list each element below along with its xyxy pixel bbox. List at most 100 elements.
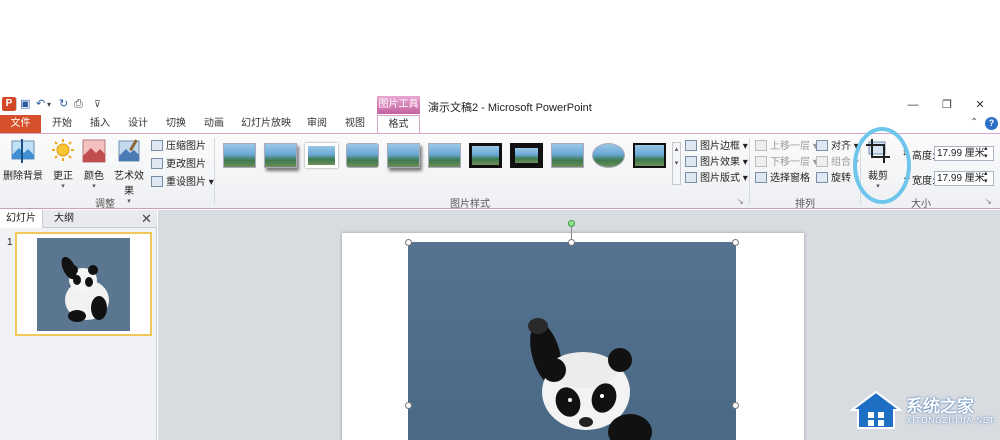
corrections-button[interactable]: 更正 ▾ xyxy=(49,138,77,190)
help-icon[interactable]: ? xyxy=(985,117,998,130)
picture-style-simple-frame[interactable] xyxy=(223,143,256,168)
picture-style-soft-shadow[interactable] xyxy=(264,143,297,168)
crop-highlight-annotation xyxy=(853,127,911,204)
tab-design[interactable]: 设计 xyxy=(121,115,155,133)
tab-review[interactable]: 审阅 xyxy=(300,115,334,133)
selection-pane-icon xyxy=(755,172,767,183)
slide-number: 1 xyxy=(7,237,13,248)
rotate-label: 旋转 xyxy=(831,173,851,184)
customize-qat-icon[interactable]: ⊽ xyxy=(94,98,101,111)
send-backward-icon xyxy=(755,156,767,167)
tab-transitions[interactable]: 切换 xyxy=(159,115,193,133)
picture-style-shadow-rectangle[interactable] xyxy=(551,143,584,168)
picture-effects-icon xyxy=(685,156,697,167)
save-icon[interactable]: ▣ xyxy=(20,98,30,111)
slides-pane: 幻灯片 大纲 ✕ 1 xyxy=(0,210,157,440)
group-objects-icon xyxy=(816,156,828,167)
collapse-ribbon-icon[interactable]: ⌃ xyxy=(970,117,978,128)
redo-icon[interactable]: ↻ xyxy=(59,98,68,111)
group-divider xyxy=(749,138,750,204)
undo-icon[interactable]: ↶ xyxy=(36,98,45,111)
picture-border-label: 图片边框 xyxy=(700,141,740,152)
ribbon: 删除背景 更正 ▾ 颜色 ▾ 艺术效果 ▾ 压缩图片 更改图片 重设图片 ▾ 调… xyxy=(0,133,1000,210)
panda-thumbnail-image xyxy=(37,238,130,331)
align-button[interactable]: 对齐 ▾ xyxy=(816,139,859,154)
change-picture-button[interactable]: 更改图片 xyxy=(151,157,206,172)
watermark-url: XITONGZHIJIA.NET xyxy=(906,416,996,425)
tab-slides[interactable]: 幻灯片 xyxy=(0,210,43,228)
bring-forward-icon xyxy=(755,140,767,151)
site-watermark: 系统之家 XITONGZHIJIA.NET xyxy=(848,386,998,436)
reset-picture-button[interactable]: 重设图片 ▾ xyxy=(151,175,214,190)
picture-border-button[interactable]: 图片边框 ▾ xyxy=(685,139,748,154)
gallery-scroll-button[interactable]: ▴ ▾ xyxy=(672,142,681,185)
divider xyxy=(16,98,17,110)
artistic-effects-label: 艺术效果 xyxy=(114,171,144,197)
change-picture-icon xyxy=(151,158,163,169)
rotation-handle[interactable] xyxy=(568,220,575,227)
picture-style-reflected[interactable] xyxy=(387,143,420,168)
rotate-button[interactable]: 旋转 ▾ xyxy=(816,171,859,186)
picture-styles-launcher-icon[interactable]: ↘ xyxy=(737,197,744,206)
picture-style-oval[interactable] xyxy=(592,143,625,168)
selection-pane-label: 选择窗格 xyxy=(770,173,810,184)
selection-pane-button[interactable]: 选择窗格 xyxy=(755,171,810,186)
group-objects-label: 组合 xyxy=(831,157,851,168)
minimize-icon[interactable]: — xyxy=(906,99,920,111)
tab-file[interactable]: 文件 xyxy=(0,115,41,133)
tab-outline[interactable]: 大纲 xyxy=(48,210,80,228)
resize-handle-top-right[interactable] xyxy=(732,239,739,246)
picture-style-white-border[interactable] xyxy=(305,143,338,168)
picture-style-soft-edge[interactable] xyxy=(346,143,379,168)
remove-background-label: 删除背景 xyxy=(3,171,43,182)
tab-home[interactable]: 开始 xyxy=(45,115,79,133)
tab-slideshow[interactable]: 幻灯片放映 xyxy=(236,115,296,133)
picture-layout-label: 图片版式 xyxy=(700,173,740,184)
tab-insert[interactable]: 插入 xyxy=(83,115,117,133)
blank-area xyxy=(0,0,1000,96)
resize-handle-top[interactable] xyxy=(568,239,575,246)
picture-style-thick-black-frame[interactable] xyxy=(469,143,502,168)
picture-style-rotated[interactable] xyxy=(428,143,461,168)
compress-pictures-button[interactable]: 压缩图片 xyxy=(151,139,206,154)
remove-background-button[interactable]: 删除背景 xyxy=(3,138,43,182)
color-label: 颜色 xyxy=(84,171,104,182)
picture-styles-gallery xyxy=(218,141,671,181)
size-launcher-icon[interactable]: ↘ xyxy=(985,197,992,206)
picture-style-black-border[interactable] xyxy=(633,143,666,168)
reset-picture-icon xyxy=(151,176,163,187)
sun-icon xyxy=(52,139,74,161)
change-picture-label: 更改图片 xyxy=(166,159,206,170)
picture-layout-button[interactable]: 图片版式 ▾ xyxy=(685,171,748,186)
picture-layout-icon xyxy=(685,172,697,183)
tab-view[interactable]: 视图 xyxy=(338,115,372,133)
resize-handle-left[interactable] xyxy=(405,402,412,409)
watermark-text: 系统之家 xyxy=(906,397,974,416)
slide-thumbnail[interactable] xyxy=(15,232,152,336)
window-title: 演示文稿2 - Microsoft PowerPoint xyxy=(428,102,592,114)
resize-handle-top-left[interactable] xyxy=(405,239,412,246)
resize-handle-right[interactable] xyxy=(732,402,739,409)
bring-forward-label: 上移一层 xyxy=(770,141,810,152)
group-divider xyxy=(214,138,215,204)
color-button[interactable]: 颜色 ▾ xyxy=(81,138,107,190)
selected-picture[interactable] xyxy=(408,242,736,440)
compress-label: 压缩图片 xyxy=(166,141,206,152)
print-preview-icon[interactable]: ⎙ xyxy=(74,98,83,111)
undo-dropdown-icon[interactable]: ▾ xyxy=(47,98,51,111)
tab-animations[interactable]: 动画 xyxy=(197,115,231,133)
bring-forward-button[interactable]: 上移一层 ▾ xyxy=(755,139,818,154)
tab-format[interactable]: 格式 xyxy=(377,115,420,134)
powerpoint-app-icon[interactable]: P xyxy=(2,97,16,111)
picture-effects-button[interactable]: 图片效果 ▾ xyxy=(685,155,748,170)
picture-style-double-frame[interactable] xyxy=(510,143,543,168)
send-backward-button[interactable]: 下移一层 ▾ xyxy=(755,155,818,170)
reset-picture-label: 重设图片 xyxy=(166,177,206,188)
width-spinner[interactable]: ▴ ▾ xyxy=(984,170,988,186)
height-spinner[interactable]: ▴ ▾ xyxy=(984,145,988,161)
close-pane-icon[interactable]: ✕ xyxy=(141,211,152,227)
close-icon[interactable]: ✕ xyxy=(973,99,987,111)
panda-image xyxy=(408,242,736,440)
group-label-size: 大小 xyxy=(911,199,931,210)
restore-icon[interactable]: ❐ xyxy=(940,99,954,111)
